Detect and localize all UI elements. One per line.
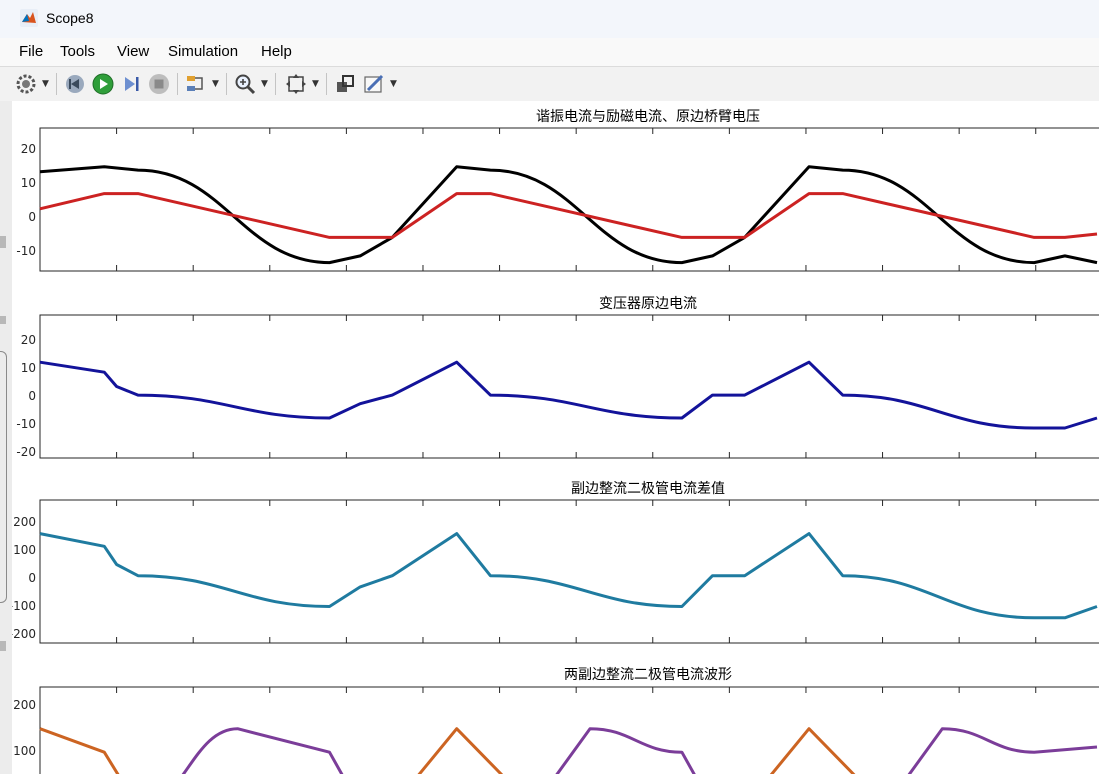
step-back-icon[interactable] bbox=[63, 72, 87, 96]
y-tick-label: -20 bbox=[16, 445, 36, 459]
menu-view[interactable]: View bbox=[117, 43, 149, 60]
run-icon[interactable] bbox=[91, 72, 115, 96]
y-tick-label: 200 bbox=[13, 698, 36, 712]
panel-2: 变压器原边电流 20 10 0 -10 -20 bbox=[16, 296, 1099, 459]
window-title: Scope8 bbox=[46, 10, 94, 26]
y-axis: 20 10 0 -10 -20 bbox=[16, 333, 36, 459]
step-forward-icon[interactable] bbox=[119, 72, 143, 96]
panel-3: 副边整流二极管电流差值 200 100 0 -100 -200 bbox=[9, 481, 1099, 644]
menu-bar: File Tools View Simulation Help bbox=[0, 38, 1099, 67]
waveforms bbox=[39, 687, 1098, 778]
panel-title: 变压器原边电流 bbox=[599, 296, 697, 312]
waveforms bbox=[39, 500, 1098, 643]
title-bar: Scope8 bbox=[0, 0, 1099, 39]
toolbar-separator bbox=[56, 73, 57, 95]
waveforms bbox=[39, 128, 1098, 271]
scope-plot-area: 谐振电流与励磁电流、原边桥臂电压 20 10 0 -10 变压器原边电流 20 … bbox=[9, 101, 1099, 778]
y-tick-label: 10 bbox=[21, 361, 36, 375]
toolbar-separator bbox=[226, 73, 227, 95]
toolbar: ▼ ▼ ▼ ▼ ▼ bbox=[0, 67, 1099, 102]
toolbar-separator bbox=[326, 73, 327, 95]
y-tick-label: 0 bbox=[28, 210, 36, 224]
y-axis: 200 100 0 -100 -200 bbox=[9, 515, 36, 641]
panel-axes bbox=[39, 499, 1099, 644]
matlab-logo-icon bbox=[20, 9, 38, 27]
panel-1: 谐振电流与励磁电流、原边桥臂电压 20 10 0 -10 bbox=[16, 109, 1099, 272]
fit-to-view-icon[interactable] bbox=[284, 72, 308, 96]
y-tick-label: 10 bbox=[21, 176, 36, 190]
background-window-fragment bbox=[0, 236, 6, 248]
y-tick-label: -10 bbox=[16, 417, 36, 431]
menu-help[interactable]: Help bbox=[261, 43, 292, 60]
y-tick-label: 20 bbox=[21, 142, 36, 156]
y-tick-label: -200 bbox=[12, 627, 36, 641]
y-tick-label: 100 bbox=[13, 744, 36, 758]
toolbar-separator bbox=[177, 73, 178, 95]
waveform-series-1 bbox=[39, 532, 1098, 620]
panel-4: 两副边整流二极管电流波形 200 100 bbox=[13, 667, 1099, 778]
menu-tools[interactable]: Tools bbox=[60, 43, 95, 60]
waveforms bbox=[39, 315, 1098, 458]
menu-simulation[interactable]: Simulation bbox=[168, 43, 238, 60]
style-dropdown-icon[interactable]: ▼ bbox=[390, 77, 398, 91]
y-axis: 20 10 0 -10 bbox=[16, 142, 36, 258]
toolbar-separator bbox=[275, 73, 276, 95]
background-window-fragment bbox=[0, 351, 7, 603]
zoom-dropdown-icon[interactable]: ▼ bbox=[261, 77, 269, 91]
settings-icon[interactable] bbox=[14, 72, 38, 96]
y-tick-label: 0 bbox=[28, 389, 36, 403]
zoom-icon[interactable] bbox=[233, 72, 257, 96]
background-window-fragment bbox=[0, 316, 6, 324]
background-window-fragment bbox=[0, 641, 6, 651]
stop-icon[interactable] bbox=[147, 72, 171, 96]
y-axis: 200 100 bbox=[13, 698, 36, 758]
panel-title: 两副边整流二极管电流波形 bbox=[564, 667, 732, 683]
panel-axes bbox=[39, 127, 1099, 272]
panel-title: 副边整流二极管电流差值 bbox=[571, 481, 725, 497]
y-tick-label: -100 bbox=[12, 599, 36, 613]
menu-file[interactable]: File bbox=[19, 43, 43, 60]
y-tick-label: 100 bbox=[13, 543, 36, 557]
fit-to-view-dropdown-icon[interactable]: ▼ bbox=[312, 77, 320, 91]
settings-dropdown-icon[interactable]: ▼ bbox=[42, 77, 50, 91]
panel-axes bbox=[39, 314, 1099, 459]
y-tick-label: 20 bbox=[21, 333, 36, 347]
scope-plots: 谐振电流与励磁电流、原边桥臂电压 20 10 0 -10 变压器原边电流 20 … bbox=[9, 109, 1099, 778]
y-tick-label: -10 bbox=[16, 244, 36, 258]
y-tick-label: 0 bbox=[28, 571, 36, 585]
panel-title: 谐振电流与励磁电流、原边桥臂电压 bbox=[536, 109, 760, 125]
waveform-series-1 bbox=[39, 360, 1098, 430]
cursor-measure-icon[interactable] bbox=[333, 72, 357, 96]
waveform-series-2 bbox=[178, 727, 1098, 778]
left-window-edge bbox=[0, 101, 12, 774]
signal-select-dropdown-icon[interactable]: ▼ bbox=[212, 77, 220, 91]
y-tick-label: 200 bbox=[13, 515, 36, 529]
style-icon[interactable] bbox=[362, 72, 386, 96]
signal-select-icon[interactable] bbox=[184, 72, 208, 96]
